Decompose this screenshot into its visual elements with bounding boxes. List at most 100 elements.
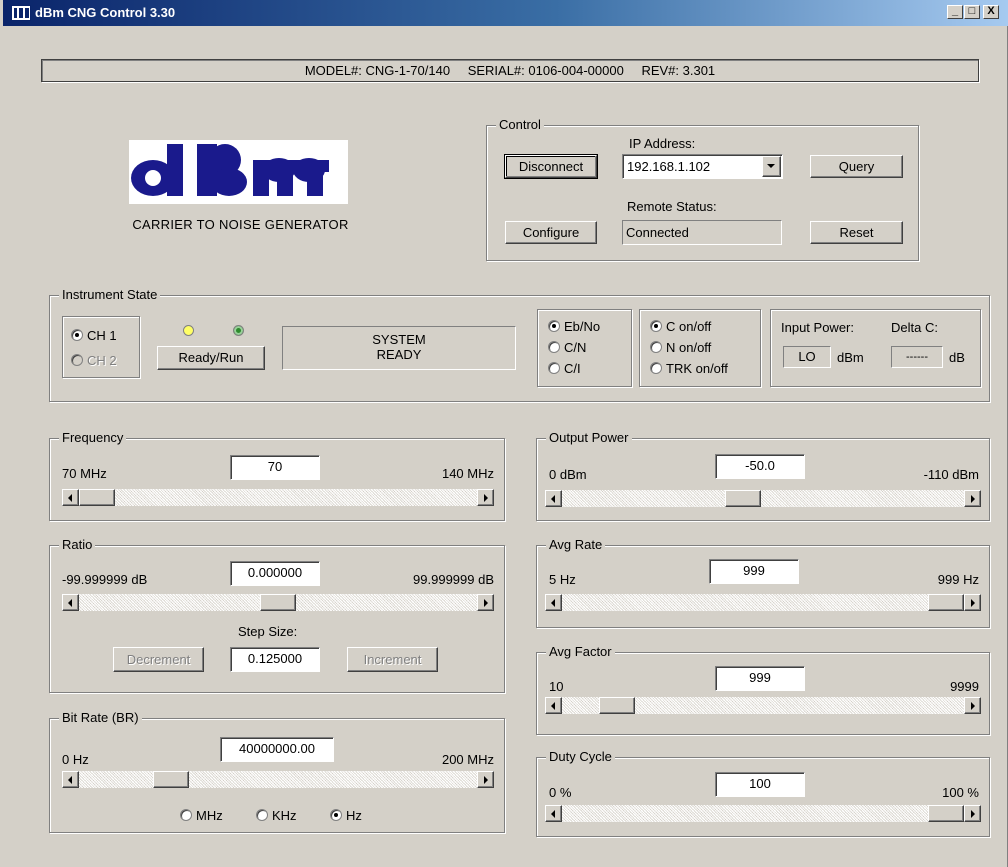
output-power-slider-thumb[interactable] bbox=[725, 490, 761, 507]
output-power-input[interactable]: -50.0 bbox=[715, 454, 805, 479]
ready-run-button[interactable]: Ready/Run bbox=[157, 346, 265, 370]
avg-rate-slider[interactable] bbox=[545, 594, 981, 611]
output-power-min-label: 0 dBm bbox=[549, 467, 587, 482]
radio-icon bbox=[180, 809, 192, 821]
unit-hz-radio[interactable]: Hz bbox=[330, 808, 362, 823]
arrow-left-icon bbox=[551, 702, 555, 710]
ratio-input[interactable]: 0.000000 bbox=[230, 561, 320, 586]
scroll-right-button[interactable] bbox=[964, 697, 981, 714]
frequency-input[interactable]: 70 bbox=[230, 455, 320, 480]
green-led-icon bbox=[233, 325, 244, 336]
avg-factor-min-label: 10 bbox=[549, 679, 564, 694]
bit-rate-slider-thumb[interactable] bbox=[153, 771, 189, 788]
avg-rate-slider-thumb[interactable] bbox=[928, 594, 964, 611]
duty-cycle-input[interactable]: 100 bbox=[715, 772, 805, 797]
bit-rate-max-label: 200 MHz bbox=[441, 752, 494, 767]
input-power-label: Input Power: bbox=[781, 320, 854, 335]
frequency-slider-thumb[interactable] bbox=[79, 489, 115, 506]
frequency-min-label: 70 MHz bbox=[62, 466, 107, 481]
maximize-button[interactable]: □ bbox=[964, 5, 980, 19]
arrow-right-icon bbox=[484, 776, 488, 784]
query-button[interactable]: Query bbox=[810, 155, 903, 178]
scroll-left-button[interactable] bbox=[62, 771, 79, 788]
unit-mhz-radio[interactable]: MHz bbox=[180, 808, 223, 823]
decrement-button[interactable]: Decrement bbox=[113, 647, 204, 672]
scroll-left-button[interactable] bbox=[62, 594, 79, 611]
unit-hz-label: Hz bbox=[346, 808, 362, 823]
scroll-left-button[interactable] bbox=[545, 490, 562, 507]
n-onoff-radio[interactable]: N on/off bbox=[650, 340, 711, 355]
duty-cycle-slider-thumb[interactable] bbox=[928, 805, 964, 822]
bit-rate-slider[interactable] bbox=[62, 771, 494, 788]
unit-khz-label: KHz bbox=[272, 808, 297, 823]
channel-1-radio[interactable]: CH 1 bbox=[71, 328, 117, 343]
scroll-left-button[interactable] bbox=[545, 697, 562, 714]
arrow-left-icon bbox=[68, 599, 72, 607]
c-onoff-radio[interactable]: C on/off bbox=[650, 319, 711, 334]
c-onoff-label: C on/off bbox=[666, 319, 712, 334]
ci-radio[interactable]: C/I bbox=[548, 361, 581, 376]
radio-icon bbox=[650, 341, 662, 353]
frequency-legend: Frequency bbox=[59, 430, 127, 446]
channel-2-radio[interactable]: CH 2 bbox=[71, 353, 117, 368]
scroll-left-button[interactable] bbox=[545, 594, 562, 611]
avg-rate-min-label: 5 Hz bbox=[549, 572, 576, 587]
ratio-slider[interactable] bbox=[62, 594, 494, 611]
unit-khz-radio[interactable]: KHz bbox=[256, 808, 297, 823]
input-power-unit: dBm bbox=[837, 350, 864, 365]
avg-factor-slider[interactable] bbox=[545, 697, 981, 714]
frequency-slider[interactable] bbox=[62, 489, 494, 506]
avg-factor-input[interactable]: 999 bbox=[715, 666, 805, 691]
unit-mhz-label: MHz bbox=[196, 808, 223, 823]
duty-cycle-legend: Duty Cycle bbox=[546, 749, 615, 765]
cn-radio[interactable]: C/N bbox=[548, 340, 586, 355]
scroll-right-button[interactable] bbox=[477, 489, 494, 506]
radio-selected-icon bbox=[650, 320, 662, 332]
output-power-slider[interactable] bbox=[545, 490, 981, 507]
channel-2-label: CH 2 bbox=[87, 353, 117, 368]
scroll-left-button[interactable] bbox=[62, 489, 79, 506]
step-size-input[interactable]: 0.125000 bbox=[230, 647, 320, 672]
radio-selected-icon bbox=[71, 329, 83, 341]
scroll-right-button[interactable] bbox=[477, 594, 494, 611]
control-legend: Control bbox=[496, 117, 544, 133]
ip-dropdown-button[interactable] bbox=[762, 156, 781, 177]
cn-label: C/N bbox=[564, 340, 587, 355]
delta-c-label: Delta C: bbox=[891, 320, 938, 335]
scroll-right-button[interactable] bbox=[964, 805, 981, 822]
avg-rate-input[interactable]: 999 bbox=[709, 559, 799, 584]
radio-selected-icon bbox=[330, 809, 342, 821]
ip-address-combobox[interactable]: 192.168.1.102 bbox=[622, 154, 783, 179]
scroll-right-button[interactable] bbox=[477, 771, 494, 788]
increment-button[interactable]: Increment bbox=[347, 647, 438, 672]
app-icon bbox=[11, 5, 31, 21]
radio-icon bbox=[548, 362, 560, 374]
avg-factor-group: Avg Factor 10 999 9999 bbox=[536, 644, 990, 735]
remote-status-label: Remote Status: bbox=[627, 199, 717, 214]
configure-button[interactable]: Configure bbox=[505, 221, 597, 244]
avg-rate-group: Avg Rate 5 Hz 999 999 Hz bbox=[536, 537, 990, 628]
scroll-right-button[interactable] bbox=[964, 594, 981, 611]
radio-disabled-icon bbox=[71, 354, 83, 366]
close-button[interactable]: X bbox=[983, 5, 999, 19]
trk-onoff-radio[interactable]: TRK on/off bbox=[650, 361, 728, 376]
minimize-button[interactable]: _ bbox=[947, 5, 963, 19]
scroll-right-button[interactable] bbox=[964, 490, 981, 507]
disconnect-button[interactable]: Disconnect bbox=[504, 154, 598, 179]
ratio-slider-thumb[interactable] bbox=[260, 594, 296, 611]
ip-address-value: 192.168.1.102 bbox=[627, 159, 711, 174]
title-bar[interactable]: dBm CNG Control 3.30 _ □ X bbox=[3, 0, 1008, 26]
bit-rate-min-label: 0 Hz bbox=[62, 752, 89, 767]
avg-factor-slider-thumb[interactable] bbox=[599, 697, 635, 714]
arrow-left-icon bbox=[68, 776, 72, 784]
revision-number: REV#: 3.301 bbox=[641, 63, 716, 78]
arrow-right-icon bbox=[971, 495, 975, 503]
app-window: dBm CNG Control 3.30 _ □ X MODEL#: CNG-1… bbox=[0, 0, 1008, 867]
bit-rate-input[interactable]: 40000000.00 bbox=[220, 737, 334, 762]
scroll-left-button[interactable] bbox=[545, 805, 562, 822]
duty-cycle-slider[interactable] bbox=[545, 805, 981, 822]
instrument-state-legend: Instrument State bbox=[59, 287, 161, 303]
reset-button[interactable]: Reset bbox=[810, 221, 903, 244]
ebno-radio[interactable]: Eb/No bbox=[548, 319, 600, 334]
n-onoff-label: N on/off bbox=[666, 340, 712, 355]
